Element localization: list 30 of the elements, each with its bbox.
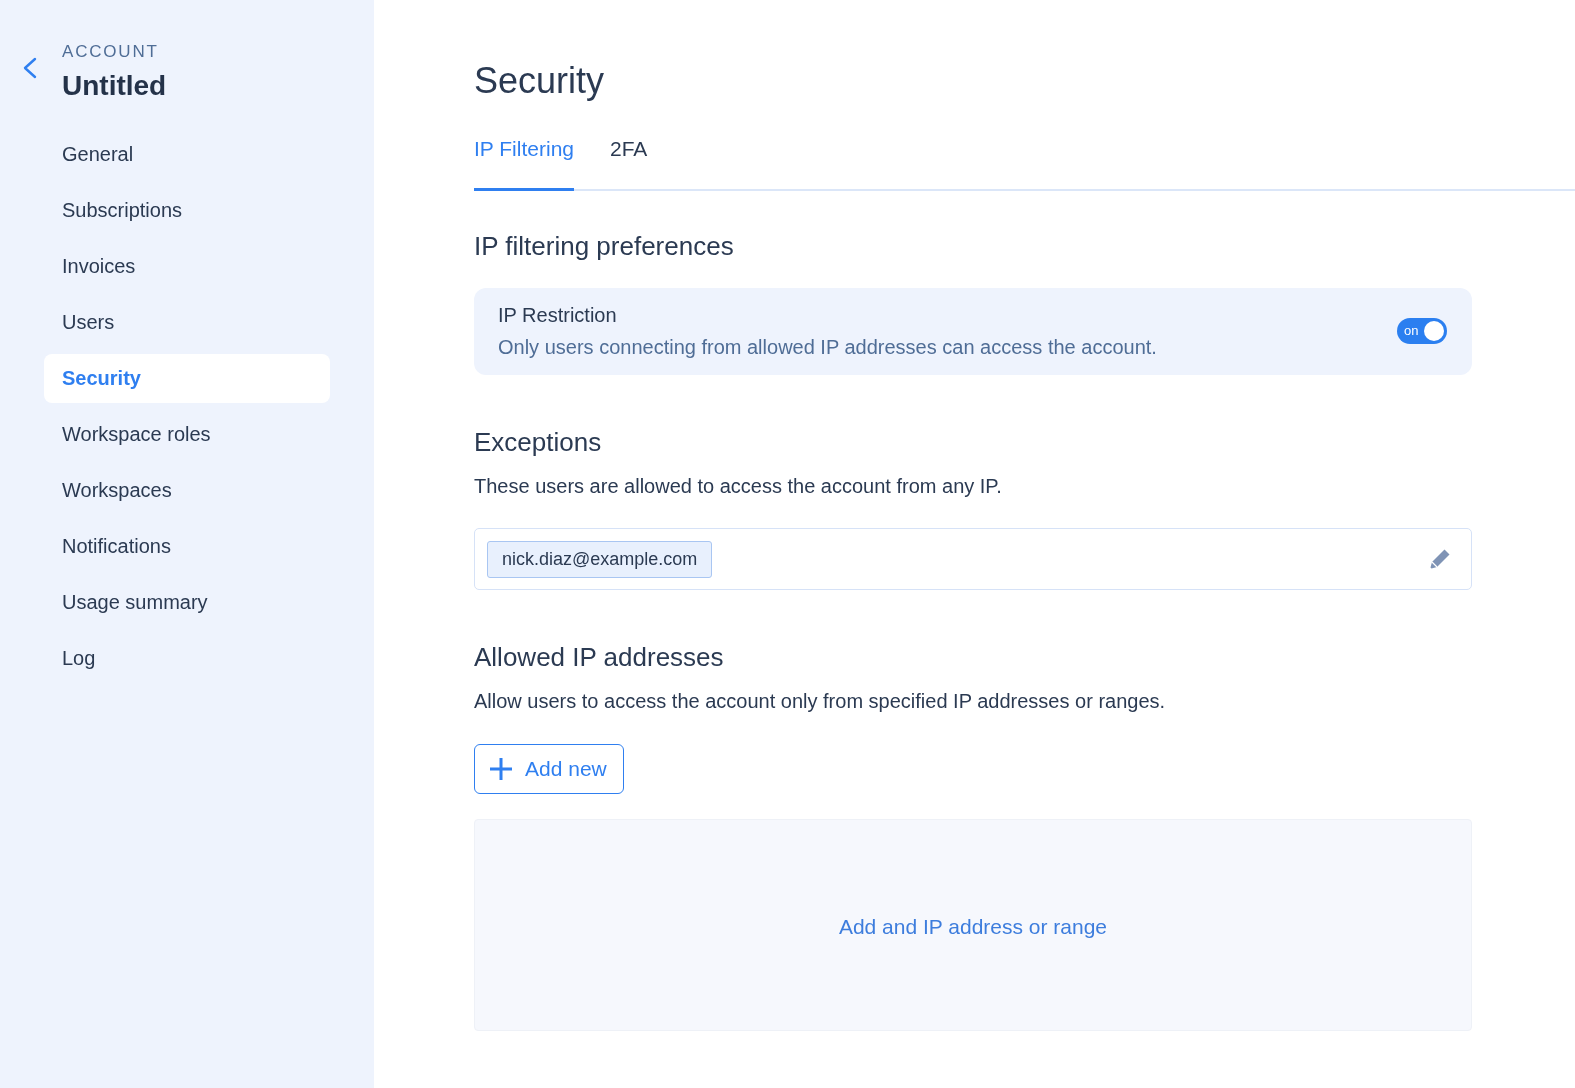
- add-ip-link[interactable]: Add and IP address or range: [838, 914, 1108, 939]
- page-title: Security: [474, 59, 606, 103]
- account-title: Untitled: [62, 69, 167, 103]
- sidebar-item[interactable]: Usage summary: [44, 578, 330, 627]
- tab[interactable]: IP Filtering: [474, 120, 574, 191]
- pencil-icon[interactable]: [1429, 548, 1451, 570]
- setting-description: Only users connecting from allowed IP addresses can access the account.: [498, 335, 1157, 360]
- toggle-switch[interactable]: on: [1397, 318, 1447, 344]
- section-heading: Exceptions: [474, 426, 603, 459]
- user-chip[interactable]: nick.diaz@example.com: [487, 540, 713, 578]
- back-chevron-icon[interactable]: [22, 57, 38, 79]
- sidebar-item[interactable]: Notifications: [44, 522, 330, 571]
- tab[interactable]: 2FA: [610, 120, 648, 191]
- plus-icon: [489, 757, 513, 781]
- sidebar-item[interactable]: Security: [44, 354, 330, 403]
- sidebar-item[interactable]: Invoices: [44, 242, 330, 291]
- add-new-button[interactable]: Add new: [474, 744, 624, 794]
- sidebar-item[interactable]: Workspaces: [44, 466, 330, 515]
- users-input-field[interactable]: nick.diaz@example.com: [474, 528, 1472, 590]
- section-heading: Allowed IP addresses: [474, 641, 725, 674]
- section-description: These users are allowed to access the account from any IP.: [474, 474, 1003, 499]
- sidebar-item[interactable]: Subscriptions: [44, 186, 330, 235]
- sidebar-item[interactable]: Users: [44, 298, 330, 347]
- setting-title: IP Restriction: [498, 303, 618, 328]
- section-label: ACCOUNT: [62, 41, 160, 63]
- sidebar-item[interactable]: Workspace roles: [44, 410, 330, 459]
- section-heading: IP filtering preferences: [474, 230, 735, 263]
- sidebar-item[interactable]: Log: [44, 634, 330, 683]
- sidebar-item[interactable]: General: [44, 130, 330, 179]
- section-description: Allow users to access the account only from specified IP addresses or ranges.: [474, 689, 1167, 714]
